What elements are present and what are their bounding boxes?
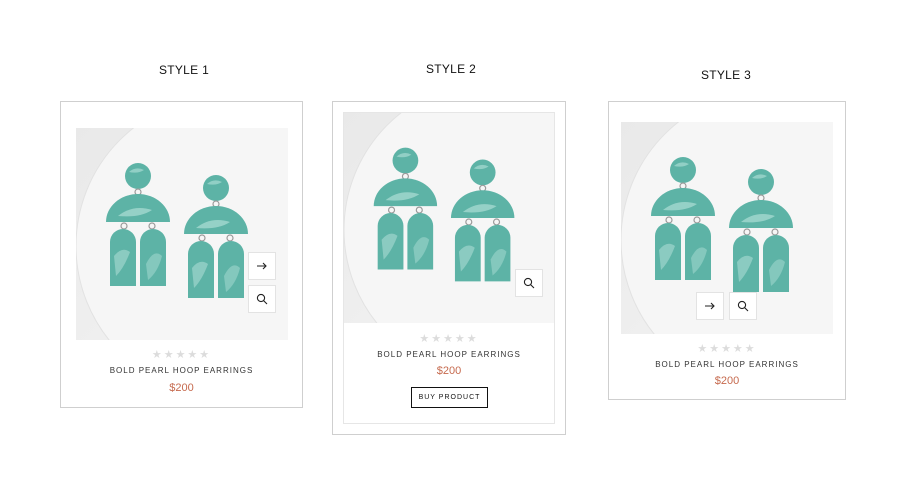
quick-view-button[interactable] [248, 285, 276, 313]
quick-view-button[interactable] [515, 269, 543, 297]
product-name[interactable]: BOLD PEARL HOOP EARRINGS [344, 350, 554, 359]
quick-view-button[interactable] [729, 292, 757, 320]
product-image[interactable] [621, 122, 833, 334]
product-card-style-1[interactable]: ★★★★★ BOLD PEARL HOOP EARRINGS $200 [60, 101, 303, 408]
product-price: $200 [714, 375, 740, 387]
product-price: $200 [169, 382, 194, 394]
zoom-icon [737, 300, 749, 312]
product-name[interactable]: BOLD PEARL HOOP EARRINGS [61, 366, 302, 375]
style-1-title: STYLE 1 [158, 63, 210, 77]
rating-stars: ★★★★★ [697, 343, 757, 355]
product-image[interactable] [76, 128, 288, 340]
view-product-button[interactable] [696, 292, 724, 320]
arrow-right-icon [705, 302, 715, 310]
arrow-right-icon [257, 262, 267, 270]
product-image[interactable] [344, 113, 554, 323]
zoom-icon [256, 293, 268, 305]
rating-stars: ★★★★★ [151, 349, 212, 361]
card-inner-frame: ★★★★★ BOLD PEARL HOOP EARRINGS $200 BUY … [343, 112, 555, 424]
rating-stars: ★★★★★ [419, 333, 479, 345]
style-3-title: STYLE 3 [700, 68, 752, 82]
view-product-button[interactable] [248, 252, 276, 280]
product-name[interactable]: BOLD PEARL HOOP EARRINGS [609, 360, 845, 369]
style-2-title: STYLE 2 [425, 62, 477, 76]
zoom-icon [523, 277, 535, 289]
product-card-style-3[interactable]: ★★★★★ BOLD PEARL HOOP EARRINGS $200 [608, 101, 846, 400]
product-price: $200 [436, 365, 462, 377]
product-card-style-2[interactable]: ★★★★★ BOLD PEARL HOOP EARRINGS $200 BUY … [332, 101, 566, 435]
buy-product-button[interactable]: BUY PRODUCT [411, 387, 488, 408]
